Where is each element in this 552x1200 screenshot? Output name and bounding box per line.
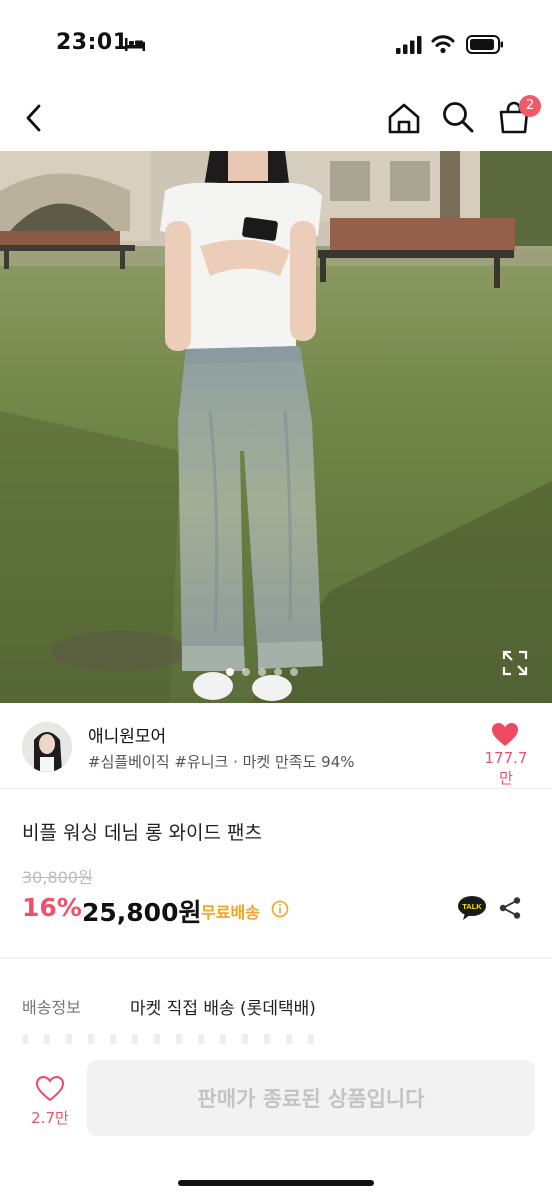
expand-icon[interactable]: [500, 648, 530, 678]
home-icon[interactable]: [386, 101, 422, 135]
svg-text:TALK: TALK: [462, 902, 482, 911]
search-icon[interactable]: [441, 100, 475, 134]
divider: [0, 788, 552, 789]
battery-icon: [466, 35, 503, 54]
wifi-icon: [431, 35, 455, 54]
free-shipping-badge: 무료배송: [201, 903, 260, 922]
home-indicator[interactable]: [178, 1180, 374, 1186]
product-like-count: 2.7만: [31, 1109, 69, 1127]
kakao-talk-icon[interactable]: TALK: [457, 895, 487, 921]
back-icon[interactable]: [20, 100, 50, 136]
carousel-dot[interactable]: [226, 668, 234, 676]
sold-out-button[interactable]: 판매가 종료된 상품입니다: [87, 1060, 535, 1136]
shipping-label: 배송정보: [22, 998, 81, 1017]
discount-rate: 16%: [22, 893, 82, 922]
info-icon[interactable]: [271, 900, 289, 918]
product-title: 비플 워싱 데님 롱 와이드 팬츠: [22, 822, 262, 844]
carousel-indicator[interactable]: [226, 668, 298, 676]
carousel-dot[interactable]: [258, 668, 266, 676]
carousel-dot[interactable]: [290, 668, 298, 676]
product-image-carousel[interactable]: [0, 151, 552, 703]
seller-avatar[interactable]: [22, 722, 72, 772]
faded-content-row: [22, 1034, 322, 1044]
carousel-dot[interactable]: [242, 668, 250, 676]
carousel-dot[interactable]: [274, 668, 282, 676]
bed-icon: [125, 38, 145, 51]
like-heart-icon[interactable]: [36, 1076, 64, 1102]
seller-like-count: 177.7만: [484, 749, 528, 787]
section-divider: [0, 957, 552, 959]
original-price: 30,800원: [22, 868, 93, 887]
seller-name[interactable]: 애니원모어: [88, 722, 166, 747]
product-photo: [0, 151, 552, 703]
seller-tags: #심플베이직 #유니크 · 마켓 만족도 94%: [88, 753, 355, 771]
status-time: 23:01: [56, 30, 129, 55]
cart-count-badge: 2: [519, 95, 541, 117]
heart-icon[interactable]: [491, 722, 519, 748]
share-icon[interactable]: [498, 896, 522, 920]
sale-price: 25,800원: [82, 898, 202, 927]
signal-icon: [396, 36, 422, 54]
shipping-value: 마켓 직접 배송 (롯데택배): [130, 999, 316, 1019]
